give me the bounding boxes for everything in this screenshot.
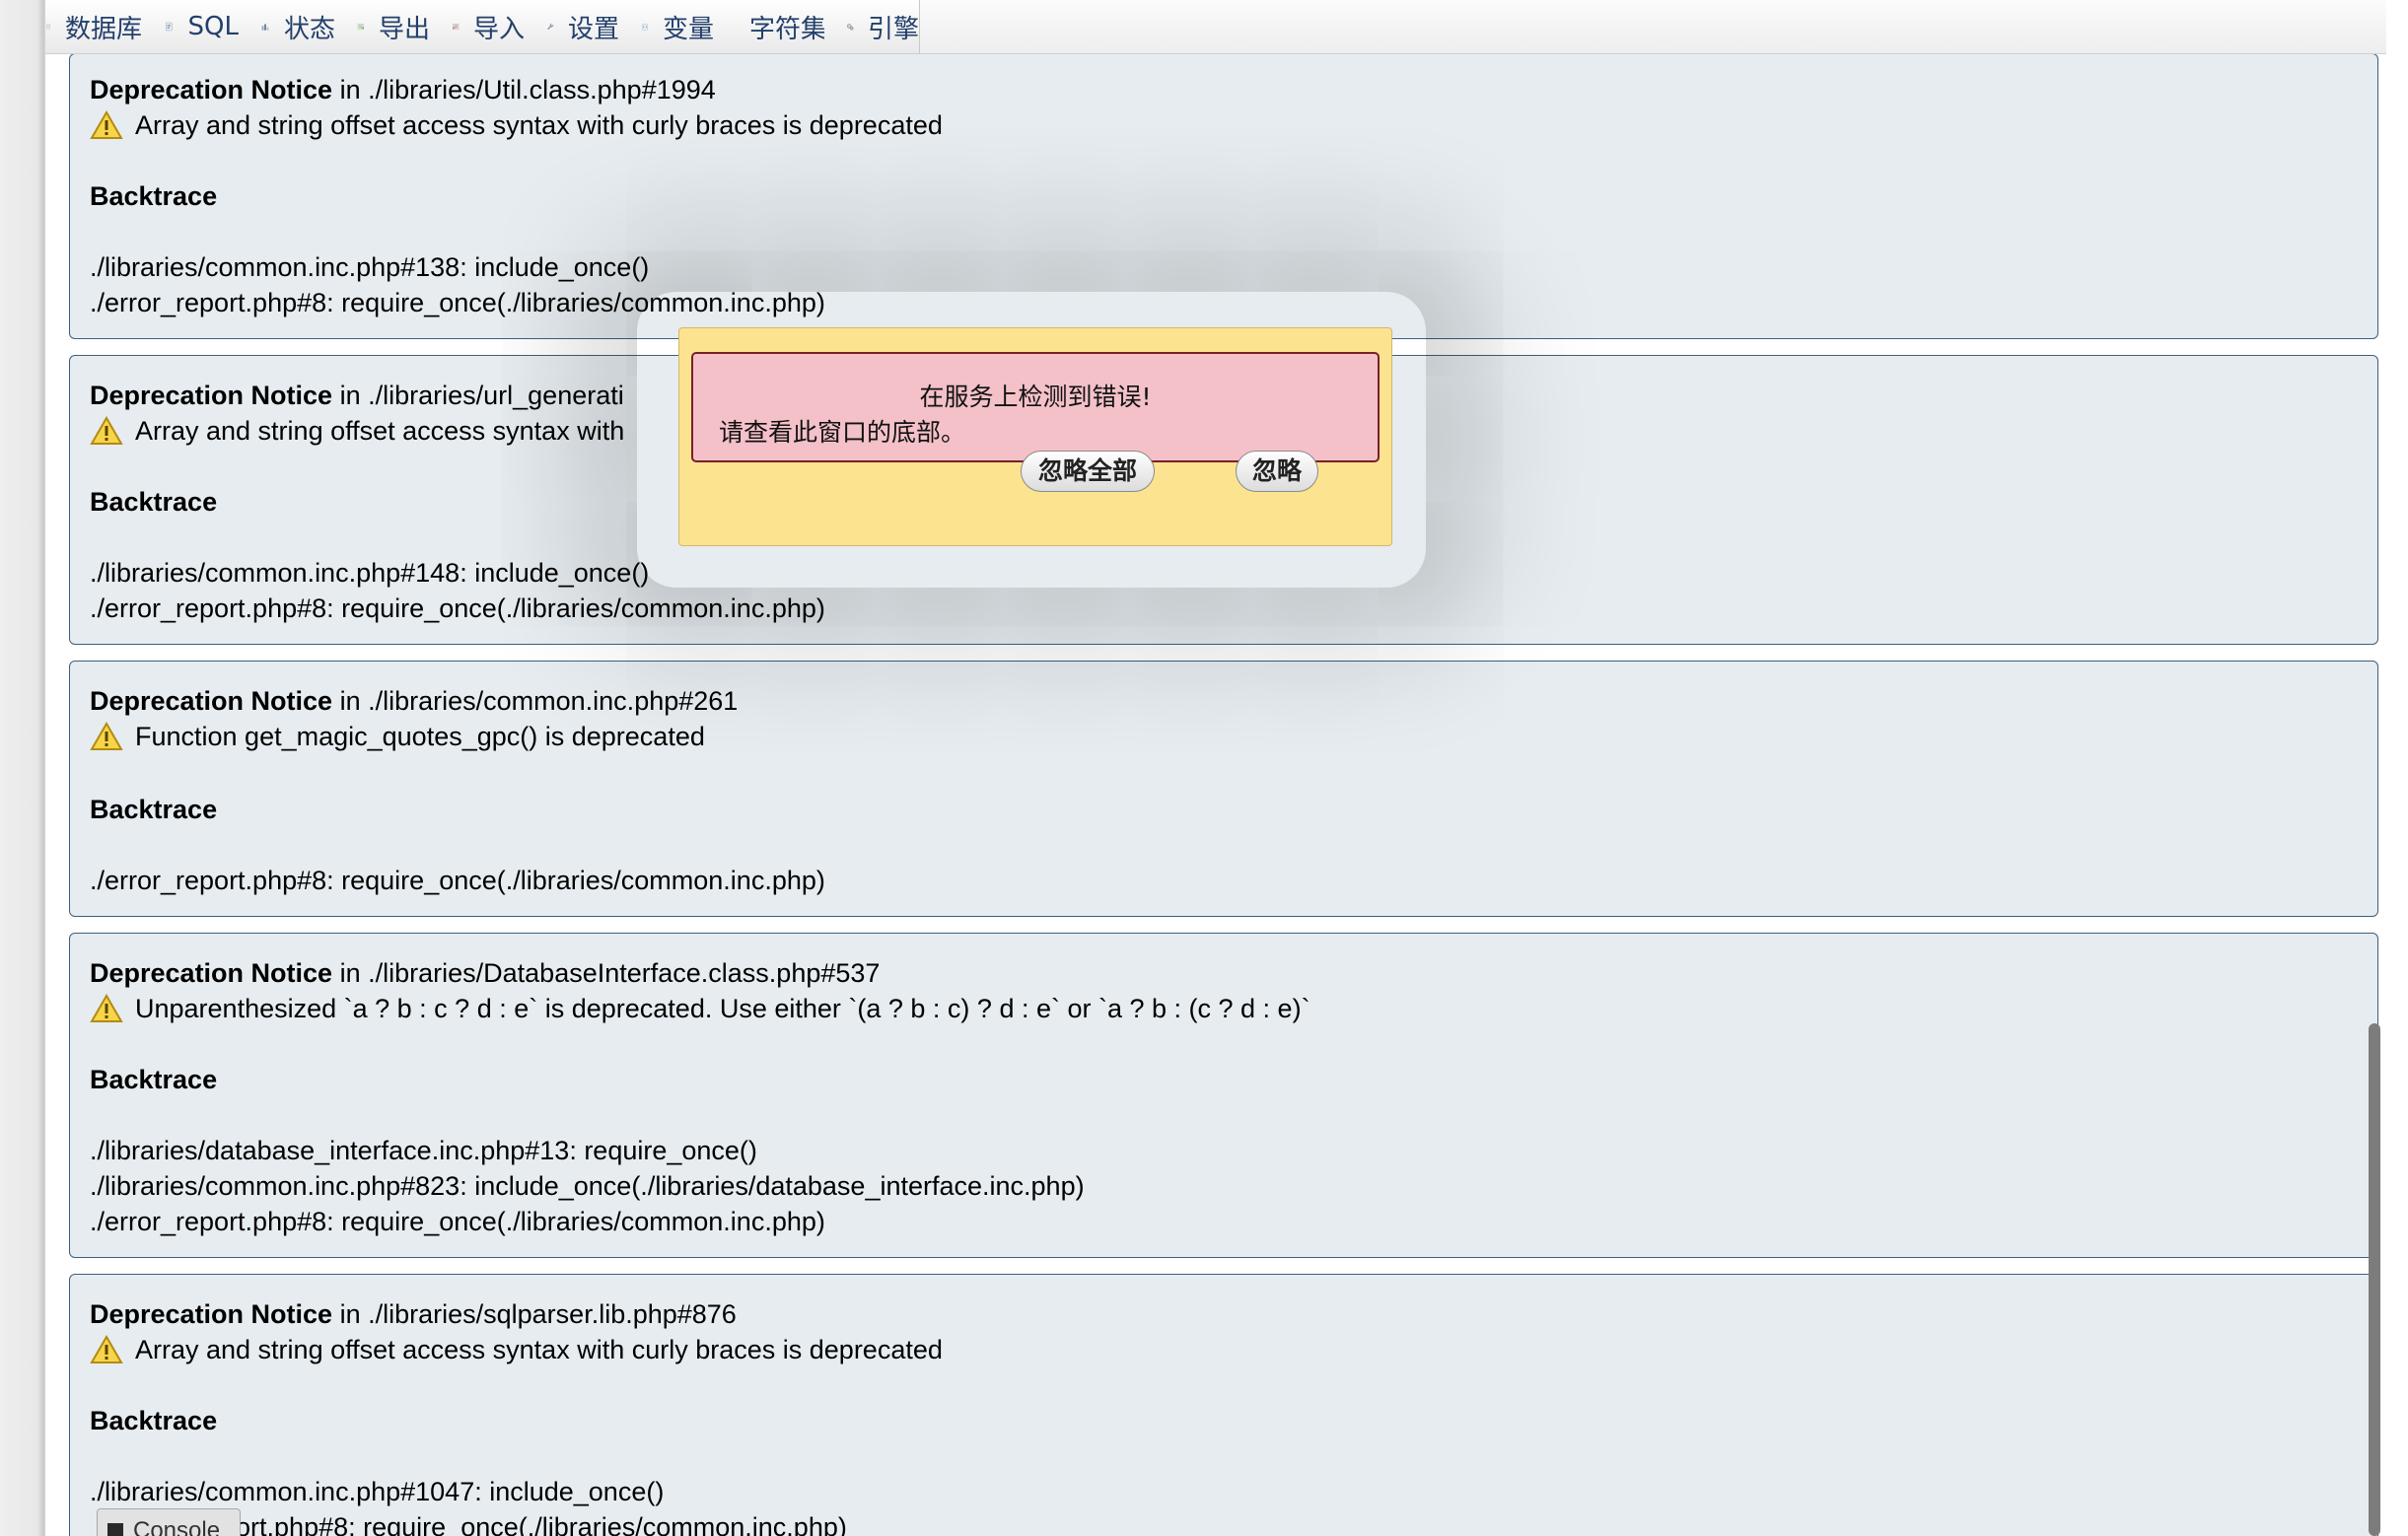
- backtrace-line: ./libraries/common.inc.php#823: include_…: [90, 1171, 1085, 1201]
- notice-in: in: [339, 75, 361, 105]
- engine-icon: [846, 24, 854, 31]
- notice-message: Function get_magic_quotes_gpc() is depre…: [135, 722, 705, 751]
- notice-header: Deprecation Notice in ./libraries/sqlpar…: [90, 1296, 737, 1332]
- tab-label: 状态: [283, 14, 335, 44]
- tab-status[interactable]: 状态: [239, 0, 336, 53]
- tab-engines[interactable]: 引擎: [824, 0, 920, 53]
- notice-title: Deprecation Notice: [90, 1299, 333, 1329]
- notice-message-line: Array and string offset access syntax wi…: [90, 413, 624, 449]
- tab-label: 字符集: [749, 14, 827, 44]
- error-dialog: 在服务上检测到错误! 请查看此窗口的底部。 忽略全部 忽略: [678, 327, 1392, 546]
- notice-in: in: [339, 1299, 361, 1329]
- variables-icon: [642, 24, 648, 31]
- backtrace-line: eport.php#8: require_once(./libraries/co…: [206, 1512, 847, 1536]
- tab-import[interactable]: 导入: [430, 0, 526, 53]
- console-tab[interactable]: Console: [97, 1508, 241, 1536]
- tab-label: SQL: [187, 12, 239, 41]
- notice-location: ./libraries/Util.class.php#1994: [368, 75, 716, 105]
- deprecation-notice: Deprecation Notice in ./libraries/sqlpar…: [69, 1274, 2378, 1536]
- database-icon: [46, 24, 50, 30]
- console-icon: [107, 1523, 123, 1536]
- notice-location: ./libraries/url_generati: [368, 381, 624, 410]
- wrench-icon: [547, 23, 554, 31]
- backtrace-heading: Backtrace: [90, 181, 218, 211]
- tab-variables[interactable]: 变量: [619, 0, 715, 53]
- notice-message-line: Array and string offset access syntax wi…: [90, 107, 943, 143]
- console-label: Console: [133, 1517, 221, 1536]
- main-content: 数据库 SQL 状态 导出 导入 设置 变量 字符集 引擎 Deprecatio…: [45, 0, 2386, 1536]
- backtrace-line: ./error_report.php#8: require_once(./lib…: [90, 866, 825, 895]
- notice-message-line: Array and string offset access syntax wi…: [90, 1332, 943, 1367]
- tab-databases[interactable]: 数据库: [45, 0, 143, 53]
- notice-header: Deprecation Notice in ./libraries/Util.c…: [90, 72, 716, 107]
- backtrace-heading: Backtrace: [90, 1406, 218, 1435]
- tab-charsets[interactable]: 字符集: [714, 0, 827, 53]
- notice-message: Unparenthesized `a ? b : c ? d : e` is d…: [135, 994, 1310, 1023]
- notice-title: Deprecation Notice: [90, 958, 333, 988]
- backtrace-line: ./libraries/common.inc.php#138: include_…: [90, 252, 650, 282]
- warning-icon: [90, 110, 123, 139]
- top-tab-bar: 数据库 SQL 状态 导出 导入 设置 变量 字符集 引擎: [45, 0, 2386, 54]
- backtrace-line: ./error_report.php#8: require_once(./lib…: [90, 593, 825, 623]
- import-icon: [452, 24, 460, 30]
- error-message-line2: 请查看此窗口的底部。: [719, 418, 966, 447]
- tab-label: 导入: [472, 14, 525, 44]
- notice-title: Deprecation Notice: [90, 381, 333, 410]
- backtrace-line: ./libraries/common.inc.php#148: include_…: [90, 558, 650, 588]
- notice-message: Array and string offset access syntax wi…: [135, 1335, 943, 1364]
- error-message-box: 在服务上检测到错误! 请查看此窗口的底部。: [691, 352, 1380, 462]
- ignore-button[interactable]: 忽略: [1236, 451, 1318, 492]
- warning-icon: [90, 722, 123, 750]
- backtrace-line: ./libraries/common.inc.php#1047: include…: [90, 1477, 665, 1506]
- tab-label: 数据库: [64, 14, 142, 44]
- notice-in: in: [339, 381, 361, 410]
- error-message-line1: 在服务上检测到错误!: [919, 383, 1152, 411]
- tab-label: 设置: [567, 14, 619, 44]
- warning-icon: [90, 1335, 123, 1363]
- notice-location: ./libraries/sqlparser.lib.php#876: [368, 1299, 737, 1329]
- sql-icon: [166, 22, 173, 32]
- notice-location: ./libraries/common.inc.php#261: [368, 686, 739, 716]
- backtrace-line: ./error_report.php#8: require_once(./lib…: [90, 1207, 825, 1236]
- status-icon: [261, 24, 269, 31]
- notice-header: Deprecation Notice in ./libraries/url_ge…: [90, 378, 624, 413]
- backtrace-heading: Backtrace: [90, 795, 218, 824]
- notice-title: Deprecation Notice: [90, 75, 333, 105]
- scrollbar-thumb[interactable]: [2369, 1023, 2380, 1536]
- tab-export[interactable]: 导出: [335, 0, 431, 53]
- deprecation-notice: Deprecation Notice in ./libraries/common…: [69, 661, 2378, 917]
- notice-header: Deprecation Notice in ./libraries/common…: [90, 683, 738, 719]
- deprecation-notice: Deprecation Notice in ./libraries/Databa…: [69, 933, 2378, 1258]
- export-icon: [357, 24, 365, 30]
- backtrace-heading: Backtrace: [90, 487, 218, 517]
- notice-message: Array and string offset access syntax wi…: [135, 416, 625, 446]
- notice-message: Array and string offset access syntax wi…: [135, 110, 943, 140]
- tab-sql[interactable]: SQL: [142, 0, 240, 53]
- notice-header: Deprecation Notice in ./libraries/Databa…: [90, 955, 880, 991]
- notice-title: Deprecation Notice: [90, 686, 333, 716]
- tab-label: 变量: [662, 14, 714, 44]
- backtrace-heading: Backtrace: [90, 1065, 218, 1094]
- notice-message-line: Function get_magic_quotes_gpc() is depre…: [90, 719, 705, 754]
- tab-label: 导出: [378, 14, 430, 44]
- ignore-all-button[interactable]: 忽略全部: [1021, 451, 1155, 492]
- warning-icon: [90, 416, 123, 445]
- warning-icon: [90, 994, 123, 1022]
- notice-location: ./libraries/DatabaseInterface.class.php#…: [368, 958, 881, 988]
- backtrace-line: ./libraries/database_interface.inc.php#1…: [90, 1136, 757, 1165]
- tab-settings[interactable]: 设置: [525, 0, 620, 53]
- notice-message-line: Unparenthesized `a ? b : c ? d : e` is d…: [90, 991, 1310, 1026]
- vertical-scrollbar[interactable]: [2365, 53, 2386, 1536]
- tab-label: 引擎: [867, 14, 919, 44]
- notice-in: in: [339, 686, 361, 716]
- notice-in: in: [339, 958, 361, 988]
- left-frame-border: [0, 0, 45, 1536]
